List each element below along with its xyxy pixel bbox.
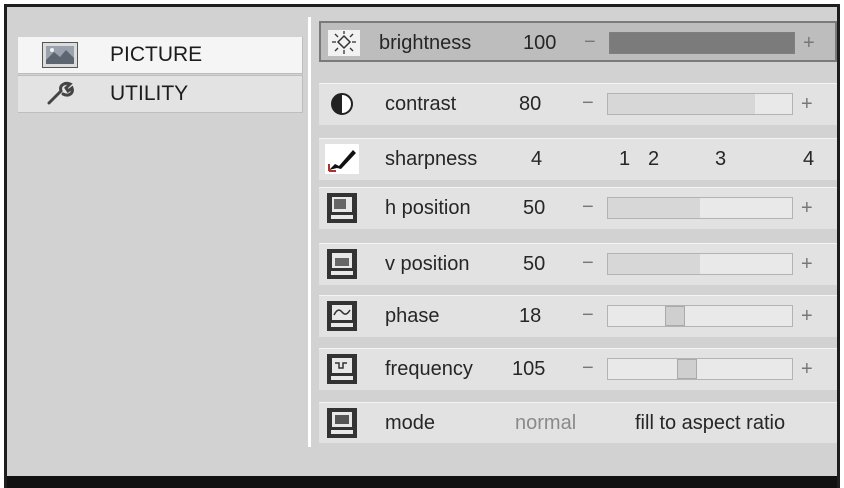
sharpness-icon xyxy=(325,143,359,175)
frequency-decrease-button[interactable]: − xyxy=(582,357,594,380)
contrast-value: 80 xyxy=(519,93,542,115)
sharpness-option-1[interactable]: 1 xyxy=(619,148,630,171)
panel-divider xyxy=(308,17,311,447)
setting-row-v-position[interactable]: v position 50 − + xyxy=(319,243,837,285)
mode-option-normal[interactable]: normal xyxy=(515,412,576,435)
monitor-icon xyxy=(325,248,359,280)
v-position-decrease-button[interactable]: − xyxy=(582,252,594,275)
brightness-icon xyxy=(327,27,361,59)
contrast-slider[interactable] xyxy=(607,93,793,115)
brightness-label: brightness xyxy=(379,32,472,54)
osd-menu-window: PICTURE UTILITY brightness 100 − + contr… xyxy=(4,4,840,488)
frequency-label: frequency xyxy=(385,358,473,380)
phase-label: phase xyxy=(385,305,440,327)
mode-option-fill-to-aspect-ratio[interactable]: fill to aspect ratio xyxy=(635,412,785,435)
tab-utility[interactable]: UTILITY xyxy=(18,75,303,113)
sharpness-value: 4 xyxy=(531,148,543,170)
sharpness-label: sharpness xyxy=(385,148,478,170)
tab-utility-label: UTILITY xyxy=(110,82,189,105)
contrast-decrease-button[interactable]: − xyxy=(582,92,594,115)
v-position-slider[interactable] xyxy=(607,253,793,275)
setting-row-phase[interactable]: phase 18 − + xyxy=(319,295,837,337)
v-position-value: 50 xyxy=(523,253,546,275)
brightness-slider-fill xyxy=(610,33,794,53)
setting-row-mode[interactable]: mode normal fill to aspect ratio xyxy=(319,402,837,443)
wrench-icon xyxy=(40,80,80,108)
h-position-decrease-button[interactable]: − xyxy=(582,196,594,219)
setting-row-h-position[interactable]: h position 50 − + xyxy=(319,187,837,229)
frequency-icon xyxy=(325,353,359,385)
v-position-slider-fill xyxy=(608,254,700,274)
phase-icon xyxy=(325,300,359,332)
brightness-slider[interactable] xyxy=(609,32,795,54)
brightness-increase-button[interactable]: + xyxy=(803,32,815,55)
h-position-slider[interactable] xyxy=(607,197,793,219)
monitor-icon xyxy=(325,192,359,224)
h-position-slider-fill xyxy=(608,198,700,218)
contrast-label: contrast xyxy=(385,93,457,115)
tab-picture[interactable]: PICTURE xyxy=(18,37,303,74)
frame-bottom-edge xyxy=(7,476,837,488)
h-position-value: 50 xyxy=(523,197,546,219)
frequency-increase-button[interactable]: + xyxy=(801,358,813,381)
frequency-slider-knob[interactable] xyxy=(677,359,697,379)
frequency-value: 105 xyxy=(512,358,546,380)
tab-picture-label: PICTURE xyxy=(110,43,203,66)
setting-row-sharpness[interactable]: sharpness 4 1 2 3 4 xyxy=(319,138,837,180)
h-position-label: h position xyxy=(385,197,471,219)
sharpness-option-2[interactable]: 2 xyxy=(648,148,659,171)
brightness-value: 100 xyxy=(523,32,557,54)
v-position-label: v position xyxy=(385,253,470,275)
setting-row-frequency[interactable]: frequency 105 − + xyxy=(319,348,837,390)
sharpness-option-4[interactable]: 4 xyxy=(803,148,814,171)
setting-row-contrast[interactable]: contrast 80 − + xyxy=(319,83,837,125)
contrast-increase-button[interactable]: + xyxy=(801,93,813,116)
frequency-slider[interactable] xyxy=(607,358,793,380)
phase-decrease-button[interactable]: − xyxy=(582,304,594,327)
contrast-slider-fill xyxy=(608,94,756,114)
phase-value: 18 xyxy=(519,305,542,327)
phase-slider[interactable] xyxy=(607,305,793,327)
setting-row-brightness[interactable]: brightness 100 − + xyxy=(319,21,837,62)
mode-label: mode xyxy=(385,412,436,434)
contrast-icon xyxy=(325,88,359,120)
v-position-increase-button[interactable]: + xyxy=(801,253,813,276)
phase-increase-button[interactable]: + xyxy=(801,305,813,328)
h-position-increase-button[interactable]: + xyxy=(801,197,813,220)
phase-slider-knob[interactable] xyxy=(665,306,685,326)
monitor-icon xyxy=(325,407,359,439)
brightness-decrease-button[interactable]: − xyxy=(584,31,596,54)
picture-icon xyxy=(40,41,80,69)
sharpness-option-3[interactable]: 3 xyxy=(715,148,726,171)
